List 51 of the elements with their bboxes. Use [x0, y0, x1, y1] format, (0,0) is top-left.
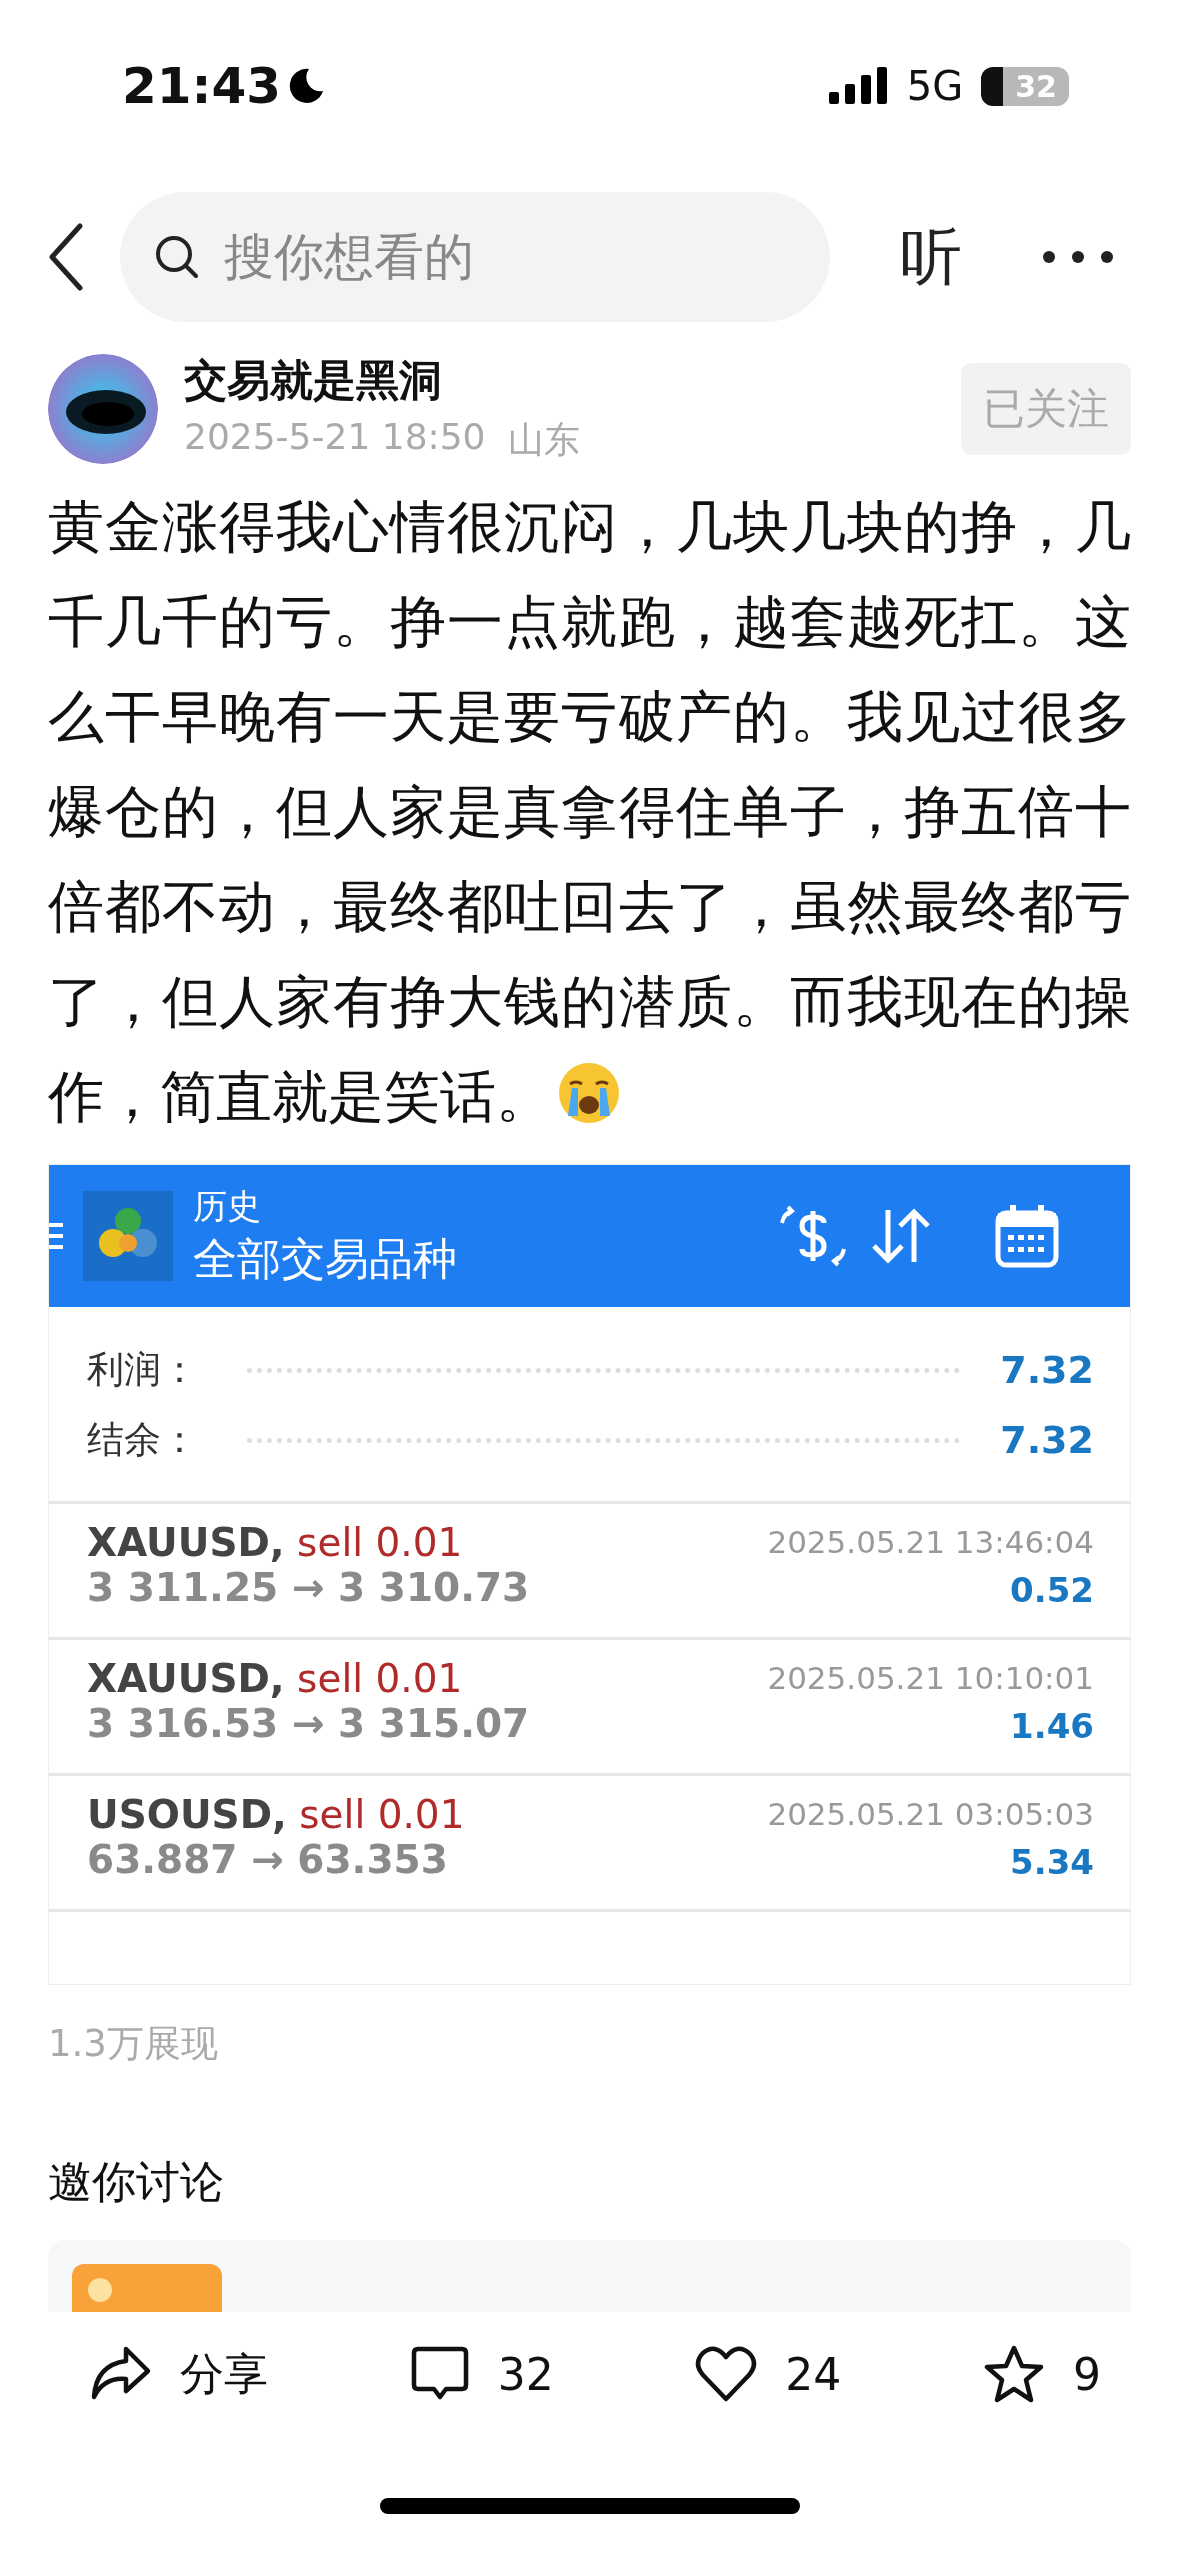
trade-symbol: XAUUSD,: [87, 1520, 285, 1565]
summary-value: 7.32: [1000, 1348, 1094, 1392]
summary-label: 利润：: [87, 1347, 199, 1393]
view-count: 1.3万展现: [48, 2021, 219, 2067]
author-name[interactable]: 交易就是黑洞: [184, 352, 961, 410]
calendar-icon[interactable]: [994, 1203, 1060, 1269]
like-button[interactable]: 24: [695, 2345, 842, 2403]
star-icon: [982, 2344, 1045, 2404]
trade-time: 2025.05.21 13:46:04: [767, 1524, 1094, 1560]
trade-profit: 1.46: [1010, 1706, 1094, 1746]
trade-symbol: XAUUSD,: [87, 1656, 285, 1701]
clock-time: 21:43: [122, 57, 282, 115]
heart-icon: [695, 2345, 758, 2403]
summary-value: 7.32: [1000, 1418, 1094, 1462]
crying-emoji-icon: [556, 1060, 622, 1126]
trade-side: sell 0.01: [297, 1656, 463, 1701]
menu-icon[interactable]: [49, 1221, 63, 1251]
post-text: 黄金涨得我心情很沉闷，几块几块的挣，几千几千的亏。挣一点就跑，越套越死扛。这么干早晚有一天是要亏破产的。我见过很多爆仓的，但人家是真拿得住单子，挣五倍十倍都不动，最终都吐回去了，虽然最终都亏了，但人家有挣大钱的潜质。而我现在的操作，简直就是笑话。: [48, 493, 1131, 1131]
trade-prices: 3 316.53 → 3 315.07: [87, 1701, 530, 1746]
trade-row[interactable]: USOUSD, sell 0.01 63.887 → 63.353 2025.05.21 03:05:03 5.34: [49, 1776, 1130, 1912]
battery-indicator: 32: [981, 66, 1069, 106]
avatar[interactable]: [48, 353, 158, 464]
star-button[interactable]: 9: [982, 2344, 1101, 2404]
trade-prices: 63.887 → 63.353: [87, 1837, 449, 1882]
post-date: 2025-5-21 18:50: [184, 416, 486, 459]
toolbar-subtitle[interactable]: 全部交易品种: [193, 1229, 758, 1289]
search-field[interactable]: 搜你想看的: [120, 192, 830, 322]
dollar-exchange-icon[interactable]: [778, 1205, 848, 1267]
trade-prices: 3 311.25 → 3 310.73: [87, 1565, 530, 1610]
search-icon: [154, 234, 200, 280]
app-logo-icon: [83, 1191, 173, 1281]
signal-icon: [828, 66, 889, 106]
trade-side: sell 0.01: [297, 1520, 463, 1565]
trade-side: sell 0.01: [299, 1792, 465, 1837]
network-label: 5G: [906, 63, 964, 109]
moon-icon: [287, 67, 326, 105]
share-button[interactable]: 分享: [90, 2344, 268, 2404]
summary-label: 结余：: [87, 1417, 199, 1463]
comment-button[interactable]: 32: [409, 2345, 554, 2403]
trade-symbol: USOUSD,: [87, 1792, 287, 1837]
trade-time: 2025.05.21 03:05:03: [767, 1796, 1094, 1832]
post-location: 山东: [507, 418, 580, 462]
trade-row[interactable]: XAUUSD, sell 0.01 3 311.25 → 3 310.73 2025.05.21 13:46:04 0.52: [49, 1504, 1130, 1640]
toolbar-title: 历史: [193, 1184, 262, 1228]
listen-button[interactable]: 听: [900, 215, 962, 299]
trade-time: 2025.05.21 10:10:01: [767, 1660, 1094, 1696]
more-icon[interactable]: [1042, 250, 1114, 264]
trade-row[interactable]: XAUUSD, sell 0.01 3 316.53 → 3 315.07 2025.05.21 10:10:01 1.46: [49, 1640, 1130, 1776]
section-heading: 邀你讨论: [48, 2155, 225, 2209]
trade-profit: 5.34: [1010, 1842, 1094, 1882]
trade-profit: 0.52: [1010, 1570, 1094, 1610]
